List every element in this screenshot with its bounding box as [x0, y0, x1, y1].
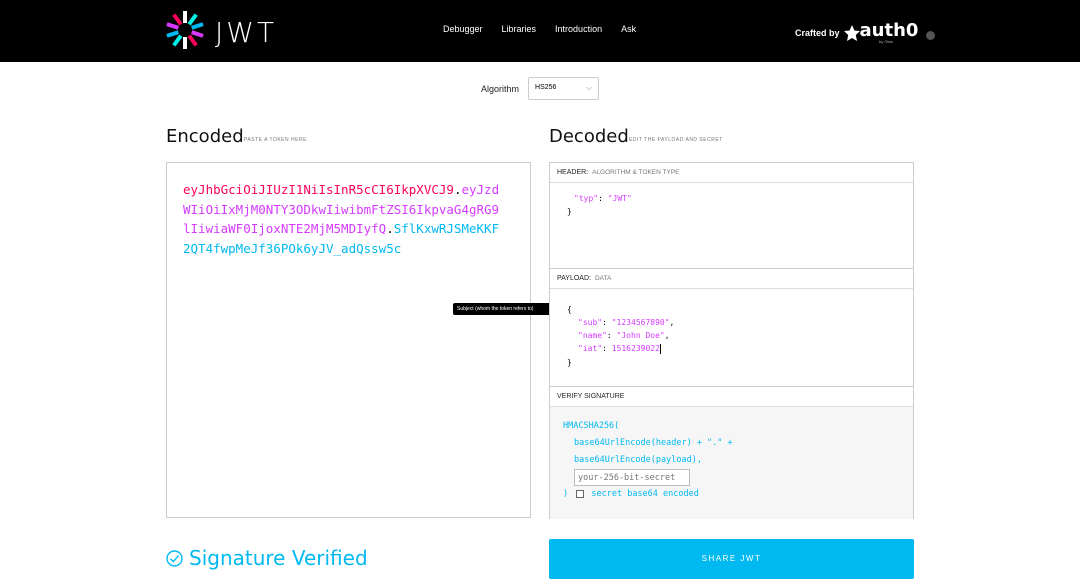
- header-section-label: HEADER:: [557, 169, 589, 176]
- jwt-logo[interactable]: JWT: [165, 10, 285, 50]
- payload-section-title: PAYLOAD: DATA: [550, 269, 913, 289]
- nav-ask[interactable]: Ask: [621, 24, 636, 34]
- json-value: "JWT": [607, 194, 632, 203]
- json-key: "name": [578, 331, 607, 340]
- algorithm-picker: Algorithm HS256 ⌵: [481, 77, 600, 100]
- json-key: "sub": [578, 318, 603, 327]
- text-cursor: [659, 343, 661, 354]
- share-jwt-button[interactable]: SHARE JWT: [549, 539, 914, 579]
- signature-verified-text: Signature Verified: [189, 546, 368, 570]
- check-circle-icon: [166, 549, 183, 567]
- verify-line-hmac: HMACSHA256(: [563, 421, 620, 431]
- json-brace: }: [567, 207, 572, 216]
- top-bar: JWT Debugger Libraries Introduction Ask …: [0, 0, 1080, 62]
- json-brace: {: [567, 305, 572, 314]
- algorithm-label: Algorithm: [481, 83, 520, 94]
- brand-wordmark: JWT: [215, 16, 278, 49]
- info-dot-icon[interactable]: [926, 31, 936, 40]
- verify-section-label: VERIFY SIGNATURE: [557, 393, 625, 400]
- json-separator: :: [598, 194, 608, 203]
- auth0-brand: auth0: [859, 20, 919, 41]
- verify-section-title: VERIFY SIGNATURE: [550, 387, 913, 407]
- decoded-title: Decoded: [549, 126, 629, 147]
- json-value: 1516239022: [611, 344, 660, 353]
- base64-checkbox[interactable]: [576, 489, 585, 498]
- json-key: "iat": [578, 344, 603, 353]
- encoded-token-input[interactable]: eyJhbGciOiJIUzI1NiIsInR5cCI6IkpXVCJ9.eyJ…: [166, 162, 531, 518]
- decoded-subtitle: EDIT THE PAYLOAD AND SECRET: [629, 137, 723, 143]
- encoded-subtitle: PASTE A TOKEN HERE: [244, 137, 307, 143]
- algorithm-select[interactable]: HS256 ⌵: [528, 77, 600, 100]
- nav-introduction[interactable]: Introduction: [555, 24, 602, 34]
- verify-line-payload: base64UrlEncode(payload),: [574, 455, 702, 465]
- verify-close-paren: ): [563, 489, 569, 499]
- secret-input[interactable]: [574, 469, 690, 486]
- auth0-star-icon: [843, 24, 860, 41]
- header-section-sublabel: ALGORITHM & TOKEN TYPE: [592, 169, 680, 176]
- token-header-part: eyJhbGciOiJIUzI1NiIsInR5cCI6IkpXVCJ9: [183, 182, 454, 197]
- decoded-panel: HEADER: ALGORITHM & TOKEN TYPE "typ": "J…: [549, 162, 914, 519]
- algorithm-value: HS256: [535, 84, 557, 91]
- verify-signature-body: HMACSHA256( base64UrlEncode(header) + ".…: [550, 407, 913, 519]
- payload-section-label: PAYLOAD:: [557, 275, 591, 282]
- jwt-flower-icon: [166, 11, 204, 49]
- json-brace: }: [567, 358, 572, 367]
- signature-status: Signature Verified: [166, 546, 368, 570]
- crafted-label: Crafted by: [795, 27, 840, 38]
- header-section-title: HEADER: ALGORITHM & TOKEN TYPE: [550, 163, 913, 183]
- payload-json-editor[interactable]: { "sub": "1234567890", "name": "John Doe…: [550, 289, 913, 387]
- verify-line-header: base64UrlEncode(header) + "." +: [574, 438, 733, 448]
- encoded-token: eyJhbGciOiJIUzI1NiIsInR5cCI6IkpXVCJ9.eyJ…: [183, 180, 503, 258]
- base64-checkbox-label: secret base64 encoded: [591, 489, 699, 499]
- nav-libraries[interactable]: Libraries: [502, 24, 537, 34]
- okta-sublabel: by Okta: [879, 39, 893, 44]
- json-value: "1234567890": [611, 318, 670, 327]
- encoded-title: Encoded: [166, 126, 244, 147]
- token-dot: .: [386, 221, 394, 236]
- main-nav: Debugger Libraries Introduction Ask: [443, 24, 655, 34]
- header-json-editor[interactable]: "typ": "JWT" }: [550, 183, 913, 269]
- chevron-down-icon: ⌵: [585, 83, 593, 92]
- nav-debugger[interactable]: Debugger: [443, 24, 483, 34]
- payload-section-sublabel: DATA: [594, 275, 612, 282]
- json-key: "typ": [574, 194, 599, 203]
- crafted-by[interactable]: Crafted by auth0 by Okta: [795, 20, 936, 44]
- verify-close-row: ) secret base64 encoded: [563, 489, 699, 499]
- tooltip: Subject (whom the token refers to): [453, 303, 562, 315]
- json-value: "John Doe": [616, 331, 665, 340]
